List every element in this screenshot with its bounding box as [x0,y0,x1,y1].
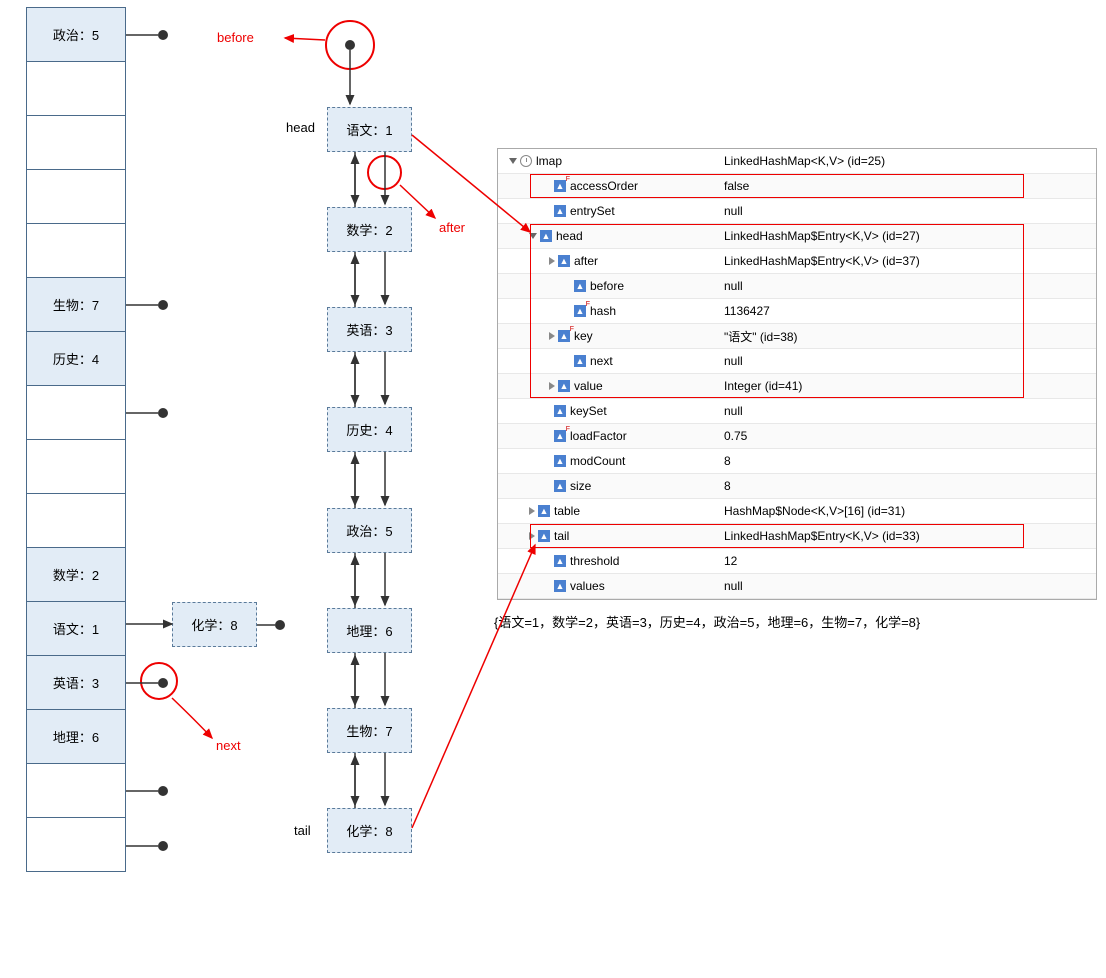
debug-row[interactable]: ▲headLinkedHashMap$Entry<K,V> (id=27) [498,224,1096,249]
field-icon: ▲ [554,480,566,492]
terminal-dot [158,408,168,418]
array-cell-8 [26,439,126,494]
debug-row[interactable]: ▲afterLinkedHashMap$Entry<K,V> (id=37) [498,249,1096,274]
chain-node-5: 政治：5 [327,508,412,553]
terminal-dot [158,30,168,40]
debug-row[interactable]: ▲threshold12 [498,549,1096,574]
array-cell-5: 生物：7 [26,277,126,332]
array-cell-11: 语文：1 [26,601,126,656]
terminal-dot [275,620,285,630]
bucket-node: 化学：8 [172,602,257,647]
array-cell-6: 历史：4 [26,331,126,386]
field-icon: ▲ [554,405,566,417]
debug-row[interactable]: ▲key"语文" (id=38) [498,324,1096,349]
field-icon: ▲ [540,230,552,242]
debug-row[interactable]: ▲hash1136427 [498,299,1096,324]
array-cell-9 [26,493,126,548]
field-icon: ▲ [554,430,566,442]
terminal-dot [158,300,168,310]
field-icon: ▲ [558,255,570,267]
tail-label: tail [294,823,311,838]
field-icon: ▲ [554,455,566,467]
debug-row[interactable]: ▲beforenull [498,274,1096,299]
field-icon: ▲ [558,380,570,392]
field-icon: ▲ [558,330,570,342]
hash-array: 政治：5 生物：7 历史：4 数学：2 语文：1 英语：3 地理：6 [26,8,126,872]
array-cell-1 [26,61,126,116]
debug-row[interactable]: ▲keySetnull [498,399,1096,424]
highlight-circle-head [325,20,375,70]
field-icon: ▲ [538,530,550,542]
array-cell-7 [26,385,126,440]
highlight-circle-after [367,155,402,190]
field-icon: ▲ [554,580,566,592]
array-cell-4 [26,223,126,278]
terminal-dot [158,841,168,851]
array-cell-0: 政治：5 [26,7,126,62]
debug-row[interactable]: ▲entrySetnull [498,199,1096,224]
array-cell-15 [26,817,126,872]
before-label: before [217,30,254,45]
field-icon: ▲ [554,180,566,192]
array-cell-14 [26,763,126,818]
array-cell-2 [26,115,126,170]
array-cell-13: 地理：6 [26,709,126,764]
debug-row[interactable]: lmapLinkedHashMap<K,V> (id=25) [498,149,1096,174]
debug-row[interactable]: ▲modCount8 [498,449,1096,474]
chain-node-6: 地理：6 [327,608,412,653]
terminal-dot [158,786,168,796]
debug-row[interactable]: ▲accessOrderfalse [498,174,1096,199]
debug-row[interactable]: ▲size8 [498,474,1096,499]
field-icon: ▲ [538,505,550,517]
field-icon: ▲ [554,555,566,567]
array-cell-10: 数学：2 [26,547,126,602]
field-icon: ▲ [574,355,586,367]
after-label: after [439,220,465,235]
debugger-panel: lmapLinkedHashMap<K,V> (id=25) ▲accessOr… [497,148,1097,600]
next-label: next [216,738,241,753]
object-icon [520,155,532,167]
chain-node-2: 数学：2 [327,207,412,252]
head-label: head [286,120,315,135]
tostring-output: {语文=1，数学=2，英语=3，历史=4，政治=5，地理=6，生物=7，化学=8… [494,612,920,631]
debug-row[interactable]: ▲valuesnull [498,574,1096,599]
field-icon: ▲ [574,280,586,292]
field-icon: ▲ [574,305,586,317]
debug-row[interactable]: ▲tableHashMap$Node<K,V>[16] (id=31) [498,499,1096,524]
highlight-circle-next [140,662,178,700]
array-cell-3 [26,169,126,224]
chain-node-1: 语文：1 [327,107,412,152]
debug-row[interactable]: ▲nextnull [498,349,1096,374]
debug-row[interactable]: ▲valueInteger (id=41) [498,374,1096,399]
chain-node-3: 英语：3 [327,307,412,352]
chain-node-4: 历史：4 [327,407,412,452]
chain-node-8: 化学：8 [327,808,412,853]
debug-row[interactable]: ▲loadFactor0.75 [498,424,1096,449]
chain-node-7: 生物：7 [327,708,412,753]
debug-row[interactable]: ▲tailLinkedHashMap$Entry<K,V> (id=33) [498,524,1096,549]
array-cell-12: 英语：3 [26,655,126,710]
field-icon: ▲ [554,205,566,217]
